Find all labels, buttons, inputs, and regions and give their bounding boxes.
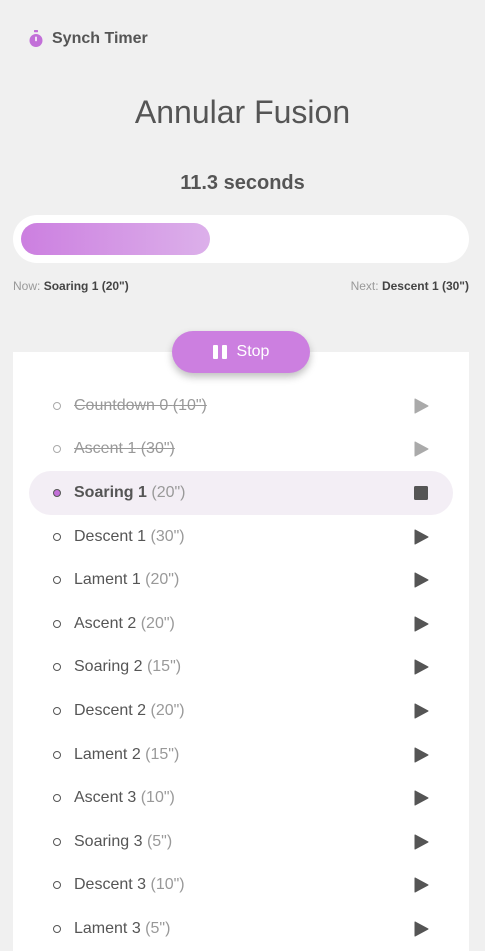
track-status-dot [53, 401, 61, 410]
play-icon[interactable] [413, 529, 429, 545]
track-row[interactable]: Soaring 2 (15") [29, 646, 453, 690]
track-duration: (20") [140, 614, 175, 632]
track-row[interactable]: Ascent 2 (20") [29, 602, 453, 646]
progress-fill [21, 223, 211, 255]
track-status-dot [53, 881, 61, 890]
track-name: Descent 3 [74, 876, 147, 894]
track-row[interactable]: Lament 3 (5") [29, 907, 453, 951]
next-up: Next: Descent 1 (30") [351, 279, 469, 293]
track-row[interactable]: Soaring 1 (20") [29, 471, 453, 515]
track-duration: (30") [150, 527, 185, 545]
track-duration: (20") [150, 701, 185, 719]
track-duration: (20") [145, 571, 180, 589]
track-label: Descent 3 (10") [74, 876, 185, 894]
track-label: Lament 2 (15") [74, 746, 179, 764]
track-duration: (5") [146, 832, 173, 850]
track-row[interactable]: Descent 2 (20") [29, 689, 453, 733]
stop-button[interactable]: Stop [172, 331, 310, 373]
pause-icon [212, 345, 227, 359]
track-row[interactable]: Descent 1 (30") [29, 515, 453, 559]
track-name: Ascent 1 [74, 440, 137, 458]
app-title: Synch Timer [52, 30, 148, 47]
now-value: Soaring 1 (20") [43, 279, 129, 293]
track-name: Soaring 1 [74, 483, 147, 501]
track-name: Lament 2 [74, 745, 141, 763]
track-row[interactable]: Descent 3 (10") [29, 864, 453, 908]
play-icon[interactable] [413, 703, 429, 719]
track-duration: (5") [145, 919, 171, 937]
track-duration: (20") [151, 483, 186, 501]
track-row[interactable]: Soaring 3 (5") [29, 820, 453, 864]
track-status-dot [53, 924, 61, 933]
track-status-dot [53, 663, 61, 672]
track-name: Lament 3 [74, 919, 141, 937]
track-label: Ascent 3 (10") [74, 789, 175, 807]
track-row[interactable]: Ascent 3 (10") [29, 776, 453, 820]
next-value: Descent 1 (30") [381, 279, 469, 293]
track-row[interactable]: Lament 2 (15") [29, 733, 453, 777]
play-icon[interactable] [413, 921, 429, 937]
track-duration: (10") [150, 876, 185, 894]
track-name: Ascent 2 [74, 614, 137, 632]
track-name: Lament 1 [74, 571, 141, 589]
now-playing: Now: Soaring 1 (20") [13, 279, 129, 293]
track-duration: (10") [140, 789, 175, 807]
track-label: Ascent 2 (20") [74, 615, 175, 633]
play-icon[interactable] [413, 441, 429, 457]
play-icon[interactable] [413, 877, 429, 893]
track-label: Soaring 1 (20") [74, 484, 186, 502]
stop-label: Stop [236, 343, 270, 360]
track-status-dot [53, 445, 61, 454]
track-list: Countdown 0 (10") Ascent 1 (30") Soaring 1… [29, 384, 453, 951]
track-duration: (30") [140, 440, 175, 458]
track-status-dot [53, 576, 61, 585]
track-label: Soaring 2 (15") [74, 658, 181, 676]
play-icon[interactable] [413, 834, 429, 850]
play-icon[interactable] [413, 747, 429, 763]
track-name: Descent 2 [74, 701, 147, 719]
track-label: Descent 1 (30") [74, 528, 185, 546]
track-status-dot [53, 837, 61, 846]
track-label: Lament 3 (5") [74, 920, 170, 938]
play-icon[interactable] [413, 616, 429, 632]
stopwatch-icon [29, 30, 43, 47]
track-status-dot [53, 619, 61, 628]
track-status-dot [53, 532, 61, 541]
page-title: Annular Fusion [134, 94, 351, 130]
track-label: Countdown 0 (10") [74, 397, 207, 415]
track-status-dot [53, 750, 61, 759]
now-label: Now: [13, 279, 41, 293]
track-name: Ascent 3 [74, 789, 137, 807]
track-status-dot [53, 706, 61, 715]
track-label: Descent 2 (20") [74, 702, 185, 720]
track-row[interactable]: Lament 1 (20") [29, 558, 453, 602]
track-duration: (15") [145, 745, 180, 763]
elapsed-time: 11.3 seconds [180, 172, 305, 194]
track-label: Lament 1 (20") [74, 571, 179, 589]
track-status-dot [53, 488, 61, 497]
track-row[interactable]: Countdown 0 (10") [29, 384, 453, 428]
track-label: Ascent 1 (30") [74, 440, 175, 458]
stop-square-icon[interactable] [413, 485, 429, 501]
track-label: Soaring 3 (5") [74, 833, 172, 851]
track-row[interactable]: Ascent 1 (30") [29, 428, 453, 472]
track-name: Soaring 3 [74, 832, 143, 850]
app-header: Synch Timer [28, 30, 148, 48]
play-icon[interactable] [413, 790, 429, 806]
progress-bar [13, 215, 469, 263]
play-icon[interactable] [413, 659, 429, 675]
track-duration: (10") [172, 396, 207, 414]
track-name: Countdown 0 [74, 396, 169, 414]
track-name: Descent 1 [74, 527, 147, 545]
track-status-dot [53, 794, 61, 803]
next-label: Next: [350, 279, 379, 293]
play-icon[interactable] [413, 398, 429, 414]
track-name: Soaring 2 [74, 658, 143, 676]
track-duration: (15") [146, 658, 182, 676]
play-icon[interactable] [413, 572, 429, 588]
